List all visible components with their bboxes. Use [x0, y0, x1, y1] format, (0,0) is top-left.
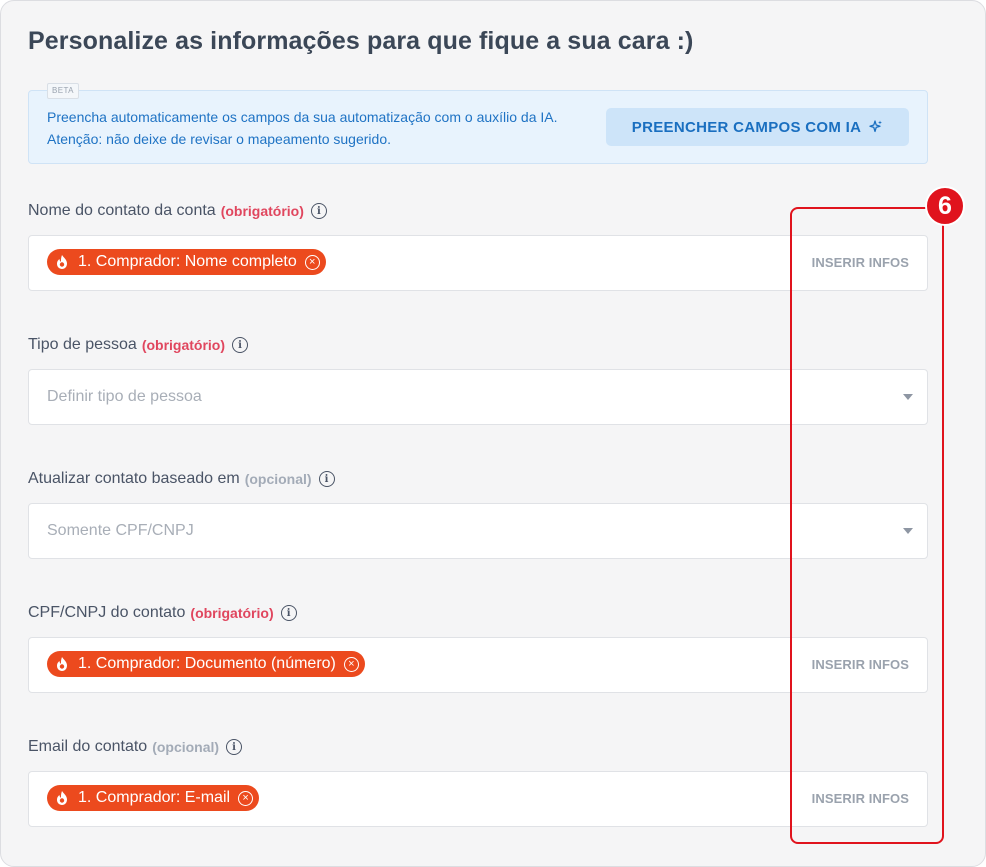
field-label-text: Atualizar contato baseado em — [28, 470, 240, 487]
optional-tag: (opcional) — [244, 471, 312, 487]
variable-chip[interactable]: 1. Comprador: Nome completo × — [47, 249, 326, 275]
sparkles-icon — [869, 120, 883, 134]
hotmart-flame-icon — [53, 789, 71, 807]
field-label-text: Tipo de pessoa — [28, 336, 137, 353]
required-tag: (obrigatório) — [220, 203, 304, 219]
required-tag: (obrigatório) — [190, 605, 274, 621]
info-icon[interactable]: i — [310, 203, 327, 219]
annotation-highlight-box — [790, 207, 944, 844]
field-label-text: Email do contato — [28, 738, 148, 755]
step-number-badge: 6 — [925, 186, 965, 226]
field-label-email: Email do contato (opcional) i — [28, 738, 243, 756]
info-icon[interactable]: i — [280, 605, 297, 621]
optional-tag: (opcional) — [152, 739, 220, 755]
variable-chip[interactable]: 1. Comprador: E-mail × — [47, 785, 260, 811]
ai-autofill-panel: BETA Preencha automaticamente os campos … — [28, 83, 928, 164]
remove-chip-icon[interactable]: × — [304, 254, 320, 270]
select-placeholder: Definir tipo de pessoa — [47, 388, 202, 405]
field-label-contact-name: Nome do contato da conta (obrigatório) i — [28, 202, 327, 220]
info-icon[interactable]: i — [318, 471, 335, 487]
ai-description: Preencha automaticamente os campos da su… — [47, 109, 558, 147]
fill-with-ai-button[interactable]: PREENCHER CAMPOS COM IA — [606, 108, 909, 146]
select-placeholder: Somente CPF/CNPJ — [47, 522, 194, 539]
info-icon[interactable]: i — [226, 739, 243, 755]
remove-chip-icon[interactable]: × — [343, 656, 359, 672]
chip-label: 1. Comprador: Nome completo — [78, 253, 297, 270]
fill-with-ai-label: PREENCHER CAMPOS COM IA — [631, 118, 862, 136]
page-title: Personalize as informações para que fiqu… — [28, 27, 694, 55]
field-label-person-type: Tipo de pessoa (obrigatório) i — [28, 336, 249, 354]
field-label-text: Nome do contato da conta — [28, 202, 216, 219]
variable-chip[interactable]: 1. Comprador: Documento (número) × — [47, 651, 365, 677]
field-label-cpf-cnpj: CPF/CNPJ do contato (obrigatório) i — [28, 604, 297, 622]
remove-chip-icon[interactable]: × — [238, 790, 254, 806]
beta-badge: BETA — [47, 83, 79, 99]
hotmart-flame-icon — [53, 655, 71, 673]
hotmart-flame-icon — [53, 253, 71, 271]
field-label-text: CPF/CNPJ do contato — [28, 604, 186, 621]
chip-label: 1. Comprador: E-mail — [78, 789, 231, 806]
required-tag: (obrigatório) — [141, 337, 226, 353]
info-icon[interactable]: i — [232, 337, 249, 353]
chip-label: 1. Comprador: Documento (número) — [78, 655, 336, 672]
field-label-update-based-on: Atualizar contato baseado em (opcional) … — [28, 470, 335, 488]
